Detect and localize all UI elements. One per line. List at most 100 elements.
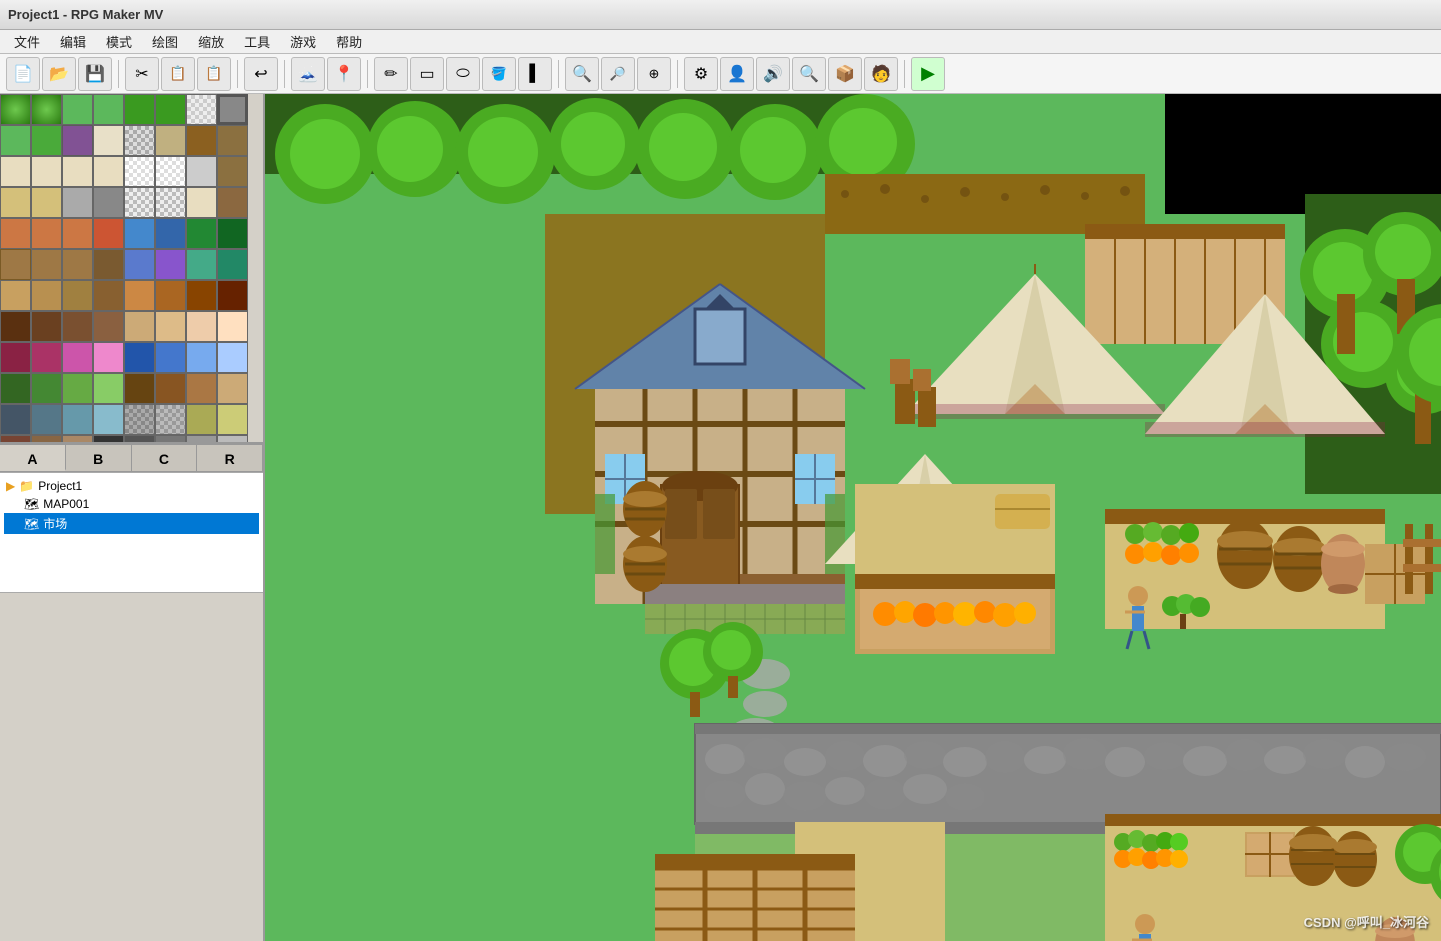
- tile-cell[interactable]: [0, 249, 31, 280]
- tile-cell[interactable]: [31, 249, 62, 280]
- tile-cell[interactable]: [31, 187, 62, 218]
- tile-cell[interactable]: [217, 280, 248, 311]
- tile-cell[interactable]: [217, 342, 248, 373]
- tile-cell[interactable]: [124, 311, 155, 342]
- tileset-area[interactable]: [0, 94, 263, 444]
- tile-cell[interactable]: [155, 218, 186, 249]
- tile-cell[interactable]: [62, 373, 93, 404]
- tile-cell[interactable]: [62, 342, 93, 373]
- tile-cell[interactable]: [93, 342, 124, 373]
- tile-cell[interactable]: [217, 156, 248, 187]
- tile-cell[interactable]: [93, 435, 124, 442]
- menu-edit[interactable]: 编辑: [50, 30, 96, 53]
- tile-cell[interactable]: [93, 280, 124, 311]
- tile-cell[interactable]: [186, 342, 217, 373]
- tile-cell[interactable]: [155, 94, 186, 125]
- tile-cell[interactable]: [217, 249, 248, 280]
- menu-file[interactable]: 文件: [4, 30, 50, 53]
- tile-cell[interactable]: [31, 218, 62, 249]
- menu-mode[interactable]: 模式: [96, 30, 142, 53]
- menu-game[interactable]: 游戏: [280, 30, 326, 53]
- paste-button[interactable]: 📋: [197, 57, 231, 91]
- ellipse-button[interactable]: ⬭: [446, 57, 480, 91]
- tile-cell[interactable]: [62, 156, 93, 187]
- tile-cell[interactable]: [217, 125, 248, 156]
- tile-cell[interactable]: [186, 311, 217, 342]
- tile-cell[interactable]: [217, 218, 248, 249]
- tile-cell[interactable]: [124, 404, 155, 435]
- tile-cell[interactable]: [93, 187, 124, 218]
- settings-button[interactable]: ⚙: [684, 57, 718, 91]
- tile-cell[interactable]: [124, 249, 155, 280]
- tile-cell[interactable]: [93, 156, 124, 187]
- map-area[interactable]: CSDN @呼叫_冰河谷: [265, 94, 1441, 941]
- open-button[interactable]: 📂: [42, 57, 76, 91]
- tile-cell[interactable]: [155, 435, 186, 442]
- tile-cell[interactable]: [31, 94, 62, 125]
- tile-cell[interactable]: [62, 94, 93, 125]
- tile-cell[interactable]: [217, 404, 248, 435]
- tile-cell[interactable]: [0, 125, 31, 156]
- tile-cell[interactable]: [0, 435, 31, 442]
- tile-cell[interactable]: [155, 342, 186, 373]
- tile-cell[interactable]: [124, 435, 155, 442]
- shadow-button[interactable]: ▌: [518, 57, 552, 91]
- tile-cell[interactable]: [217, 94, 248, 125]
- zoom-out-button[interactable]: 🔎: [601, 57, 635, 91]
- deploy-button[interactable]: 📦: [828, 57, 862, 91]
- tree-map001[interactable]: 🗺 MAP001: [4, 495, 259, 513]
- tile-cell[interactable]: [93, 94, 124, 125]
- tileset-scroll[interactable]: [0, 94, 263, 442]
- play-button[interactable]: ▶: [911, 57, 945, 91]
- tile-cell[interactable]: [0, 311, 31, 342]
- tile-cell[interactable]: [186, 373, 217, 404]
- tile-cell[interactable]: [93, 125, 124, 156]
- tree-market[interactable]: 🗺 市场: [4, 513, 259, 534]
- tile-cell[interactable]: [62, 187, 93, 218]
- tile-cell[interactable]: [0, 373, 31, 404]
- tile-cell[interactable]: [31, 435, 62, 442]
- tile-cell[interactable]: [93, 311, 124, 342]
- tile-cell[interactable]: [31, 342, 62, 373]
- tile-cell[interactable]: [62, 435, 93, 442]
- tile-cell[interactable]: [31, 311, 62, 342]
- tile-cell[interactable]: [155, 280, 186, 311]
- cut-button[interactable]: ✂: [125, 57, 159, 91]
- new-button[interactable]: 📄: [6, 57, 40, 91]
- tile-cell[interactable]: [217, 311, 248, 342]
- database-button[interactable]: 👤: [720, 57, 754, 91]
- event-edit-button[interactable]: 📍: [327, 57, 361, 91]
- tile-cell[interactable]: [186, 94, 217, 125]
- tile-cell[interactable]: [124, 280, 155, 311]
- tile-cell[interactable]: [31, 280, 62, 311]
- tile-cell[interactable]: [155, 156, 186, 187]
- tile-cell[interactable]: [62, 404, 93, 435]
- tile-cell[interactable]: [155, 187, 186, 218]
- save-button[interactable]: 💾: [78, 57, 112, 91]
- flood-button[interactable]: 🪣: [482, 57, 516, 91]
- tile-cell[interactable]: [62, 218, 93, 249]
- tile-cell[interactable]: [62, 125, 93, 156]
- tile-cell[interactable]: [186, 435, 217, 442]
- tile-cell[interactable]: [0, 404, 31, 435]
- tile-cell[interactable]: [124, 125, 155, 156]
- tile-cell[interactable]: [93, 373, 124, 404]
- menu-tools[interactable]: 工具: [234, 30, 280, 53]
- resource-button[interactable]: 🔍: [792, 57, 826, 91]
- tile-cell[interactable]: [186, 187, 217, 218]
- tab-r[interactable]: R: [197, 445, 263, 471]
- tile-cell[interactable]: [155, 311, 186, 342]
- zoom-reset-button[interactable]: ⊕: [637, 57, 671, 91]
- tile-cell[interactable]: [0, 218, 31, 249]
- undo-button[interactable]: ↩: [244, 57, 278, 91]
- tile-cell[interactable]: [93, 404, 124, 435]
- tile-cell[interactable]: [186, 218, 217, 249]
- tile-cell[interactable]: [124, 156, 155, 187]
- tile-cell[interactable]: [217, 373, 248, 404]
- tile-cell[interactable]: [0, 280, 31, 311]
- tile-cell[interactable]: [0, 342, 31, 373]
- tile-cell[interactable]: [93, 218, 124, 249]
- tile-cell[interactable]: [155, 404, 186, 435]
- tile-cell[interactable]: [124, 187, 155, 218]
- tile-cell[interactable]: [31, 156, 62, 187]
